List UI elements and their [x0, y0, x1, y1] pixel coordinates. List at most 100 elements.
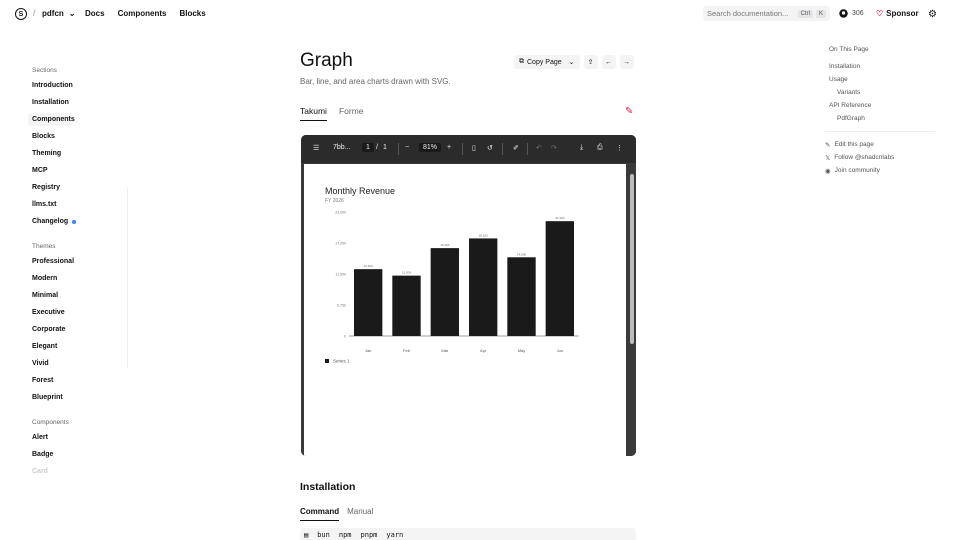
brand-separator: / — [33, 8, 36, 18]
page-actions: ⧉ Copy Page ⌄ ⇪ ← → — [514, 55, 634, 69]
undo-icon[interactable]: ↶ — [536, 144, 542, 152]
share-icon[interactable]: ⇪ — [583, 55, 598, 69]
scrollbar-thumb[interactable] — [630, 174, 634, 344]
sidebar-item-components[interactable]: Components — [28, 113, 75, 126]
x-tick-label: Jan — [365, 348, 371, 353]
print-icon[interactable]: ⎙ — [597, 144, 603, 152]
sidebar-item-vivid[interactable]: Vivid — [28, 357, 128, 370]
github-link[interactable]: 306 — [839, 9, 864, 18]
pm-yarn[interactable]: yarn — [386, 531, 403, 539]
sidebar-divider — [127, 188, 128, 368]
zoom-level[interactable]: 81% — [419, 143, 442, 152]
x-tick-label: Mar — [441, 348, 449, 353]
download-icon[interactable]: ⤓ — [580, 144, 583, 152]
kbd-k: K — [815, 9, 826, 18]
arrow-right-icon[interactable]: → — [619, 55, 634, 69]
arrow-left-icon[interactable]: ← — [601, 55, 616, 69]
toc-item-variants[interactable]: Variants — [825, 86, 935, 99]
pdf-scrollbar[interactable] — [628, 164, 636, 456]
discord-icon: ◉ — [825, 167, 831, 175]
sponsor-label: Sponsor — [886, 9, 919, 18]
sidebar-item-professional[interactable]: Professional — [28, 255, 128, 268]
pm-pnpm[interactable]: pnpm — [361, 531, 378, 539]
y-tick-label: 23,000 — [335, 211, 346, 215]
zoom-out-icon[interactable]: − — [405, 144, 409, 151]
sidebar-item-llms-txt[interactable]: llms.txt — [28, 198, 128, 211]
tab-command[interactable]: Command — [300, 507, 340, 521]
sidebar-item-installation[interactable]: Installation — [28, 96, 128, 109]
community-label: Join community — [834, 167, 880, 174]
chevron-down-icon: ⌄ — [568, 59, 575, 66]
sidebar-item-theming[interactable]: Theming — [28, 147, 128, 160]
y-tick-label: 5,750 — [337, 304, 346, 308]
data-label: 11,200 — [402, 271, 411, 275]
magic-wand-icon[interactable]: ✎ — [625, 106, 633, 117]
sidebar-item-minimal[interactable]: Minimal — [28, 289, 128, 302]
pm-bun[interactable]: bun — [317, 531, 330, 539]
top-header: S / pdfcn ⌄ Docs Components Blocks Searc… — [0, 0, 960, 28]
logo-icon[interactable]: S — [15, 8, 27, 20]
sidebar-item-elegant[interactable]: Elegant — [28, 340, 128, 353]
brand-switcher[interactable]: pdfcn ⌄ — [42, 9, 75, 18]
sidebar-item-executive[interactable]: Executive — [28, 306, 128, 319]
tab-manual[interactable]: Manual — [347, 507, 373, 521]
pdf-viewer: ☰ 7bb... 1 / 1 − 81% + ▯ ↺ ✐ ↶ ↷ ⤓ ⎙ ⋮ M… — [301, 135, 636, 456]
bar-feb — [392, 275, 421, 336]
menu-icon[interactable]: ☰ — [313, 144, 319, 152]
sidebar-item-card[interactable]: Card — [28, 465, 128, 478]
toc-item-pdfgraph[interactable]: PdfGraph — [825, 112, 935, 125]
community-link[interactable]: ◉ Join community — [825, 164, 935, 177]
tab-forme[interactable]: Forme — [339, 106, 364, 121]
sidebar-item-changelog[interactable]: Changelog — [28, 215, 128, 228]
toolbar-divider — [398, 143, 399, 155]
left-sidebar: Sections Introduction Installation Compo… — [28, 64, 128, 478]
sidebar-item-blocks[interactable]: Blocks — [28, 130, 128, 143]
y-tick-label: 0 — [344, 335, 346, 339]
annotate-icon[interactable]: ✐ — [513, 144, 519, 152]
page-number-input[interactable]: 1 — [362, 143, 374, 152]
github-icon — [839, 9, 848, 18]
fit-page-icon[interactable]: ▯ — [472, 144, 476, 152]
sidebar-item-alert[interactable]: Alert — [28, 431, 128, 444]
toolbar-divider — [462, 143, 463, 155]
toc-heading: On This Page — [829, 46, 869, 53]
tab-takumi[interactable]: Takumi — [300, 106, 327, 121]
x-tick-label: Apr — [480, 348, 487, 353]
sidebar-themes-heading: Themes — [32, 243, 56, 250]
search-input[interactable]: Search documentation... Ctrl K — [703, 6, 830, 21]
sidebar-item-mcp[interactable]: MCP — [28, 164, 128, 177]
bar-mar — [430, 248, 460, 336]
sidebar-components-heading: Components — [32, 419, 69, 426]
sidebar-item-modern[interactable]: Modern — [28, 272, 128, 285]
sidebar-item-blueprint[interactable]: Blueprint — [28, 391, 128, 404]
sponsor-button[interactable]: ♡ Sponsor — [876, 9, 919, 18]
package-manager-tabs: ▤ bun npm pnpm yarn — [300, 528, 636, 540]
pm-npm[interactable]: npm — [339, 531, 352, 539]
sidebar-item-introduction[interactable]: Introduction — [28, 79, 128, 92]
follow-link[interactable]: 𝕏 Follow @shadcnlabs — [825, 151, 935, 164]
sidebar-item-badge[interactable]: Badge — [28, 448, 128, 461]
copy-page-button[interactable]: ⧉ Copy Page ⌄ — [514, 55, 580, 69]
toc-item-api-reference[interactable]: API Reference — [825, 99, 935, 112]
more-options-icon[interactable]: ⋮ — [616, 144, 623, 152]
nav-components[interactable]: Components — [118, 9, 167, 18]
zoom-in-icon[interactable]: + — [447, 144, 451, 151]
sidebar-item-registry[interactable]: Registry — [28, 181, 128, 194]
rotate-icon[interactable]: ↺ — [487, 144, 493, 152]
sidebar-item-corporate[interactable]: Corporate — [28, 323, 128, 336]
edit-page-link[interactable]: ✎ Edit this page — [825, 138, 935, 151]
toc-item-usage[interactable]: Usage — [825, 73, 935, 86]
toc-item-installation[interactable]: Installation — [825, 60, 935, 73]
redo-icon[interactable]: ↷ — [551, 144, 557, 152]
x-tick-label: May — [518, 348, 526, 353]
nav-blocks[interactable]: Blocks — [179, 9, 205, 18]
gear-icon[interactable]: ⚙ — [928, 9, 937, 20]
new-indicator-dot — [72, 219, 77, 224]
nav-docs[interactable]: Docs — [85, 9, 105, 18]
sidebar-item-label: Changelog — [32, 218, 69, 225]
x-logo-icon: 𝕏 — [825, 154, 831, 162]
sidebar-item-forest[interactable]: Forest — [28, 374, 128, 387]
pdf-toolbar: ☰ 7bb... 1 / 1 − 81% + ▯ ↺ ✐ ↶ ↷ ⤓ ⎙ ⋮ — [301, 135, 636, 163]
page-total: 1 — [383, 144, 387, 151]
data-label: 14,600 — [517, 252, 527, 256]
